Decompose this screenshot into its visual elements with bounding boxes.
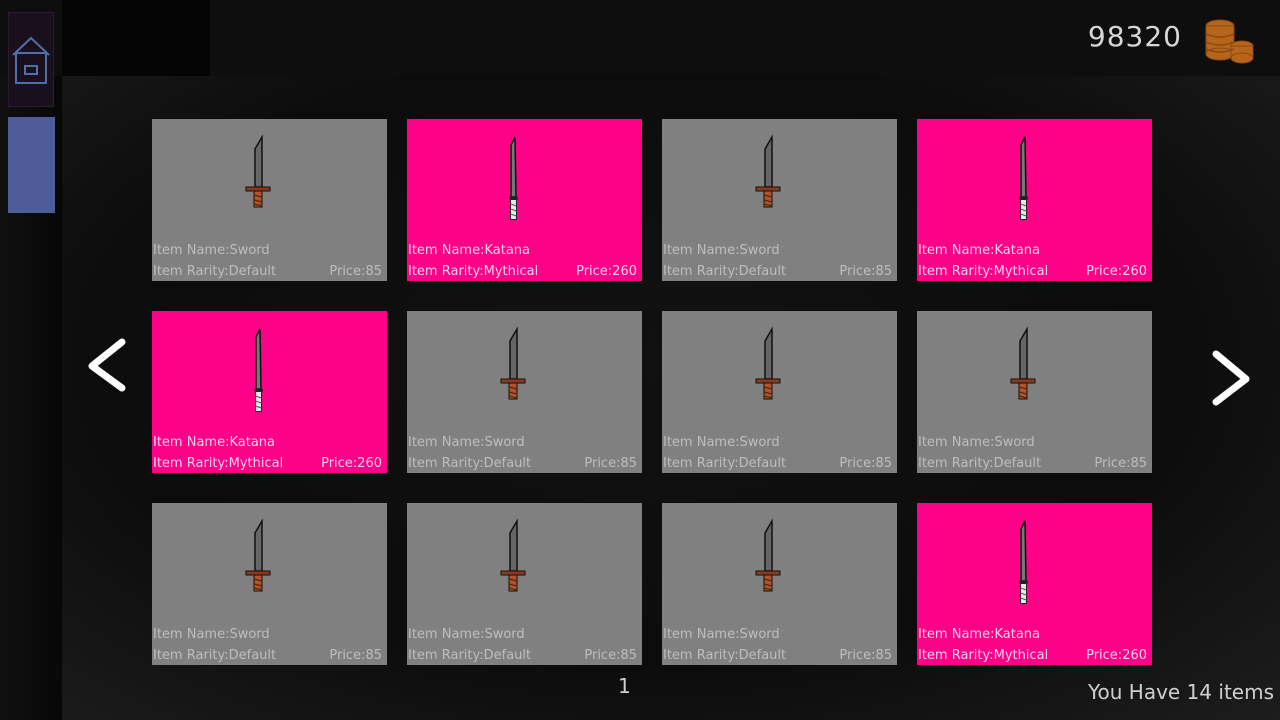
item-price: Price:85 (584, 456, 637, 471)
item-rarity: Item Rarity:Default (153, 264, 277, 279)
item-card-sword[interactable]: Item Name:Sword Item Rarity:Default Price:… (407, 503, 642, 665)
item-rarity: Item Rarity:Default (408, 648, 532, 663)
item-rarity: Item Rarity:Mythical (918, 648, 1049, 663)
katana-icon (254, 328, 263, 412)
inventory-screen: 98320 Item Name:Sword Item Rarity:Default… (0, 0, 1280, 720)
item-rarity: Item Rarity:Default (663, 456, 787, 471)
item-name: Item Name:Sword (663, 435, 780, 450)
katana-icon (509, 136, 518, 220)
sword-icon (245, 135, 271, 208)
item-card-sword[interactable]: Item Name:Sword Item Rarity:Default Price:… (917, 311, 1152, 473)
item-name: Item Name:Sword (408, 627, 525, 642)
item-price: Price:260 (576, 264, 637, 279)
sword-icon (500, 519, 526, 592)
item-rarity: Item Rarity:Default (663, 648, 787, 663)
sword-icon (500, 327, 526, 400)
item-name: Item Name:Sword (918, 435, 1035, 450)
chevron-right-icon[interactable] (1208, 348, 1254, 410)
item-card-sword[interactable]: Item Name:Sword Item Rarity:Default Price:… (152, 119, 387, 281)
item-card-katana[interactable]: Item Name:Katana Item Rarity:Mythical Pric… (407, 119, 642, 281)
item-card-sword[interactable]: Item Name:Sword Item Rarity:Default Price:… (662, 311, 897, 473)
home-icon (12, 36, 50, 84)
page-number: 1 (618, 674, 631, 698)
item-name: Item Name:Katana (918, 627, 1040, 642)
home-button[interactable] (8, 12, 54, 107)
item-rarity: Item Rarity:Default (918, 456, 1042, 471)
item-rarity: Item Rarity:Mythical (918, 264, 1049, 279)
coin-balance: 98320 (1087, 20, 1182, 53)
item-name: Item Name:Katana (153, 435, 275, 450)
item-price: Price:85 (1094, 456, 1147, 471)
item-name: Item Name:Sword (153, 627, 270, 642)
item-rarity: Item Rarity:Default (153, 648, 277, 663)
item-price: Price:85 (329, 264, 382, 279)
item-rarity: Item Rarity:Default (408, 456, 532, 471)
item-name: Item Name:Sword (153, 243, 270, 258)
item-price: Price:85 (839, 264, 892, 279)
item-name: Item Name:Katana (918, 243, 1040, 258)
items-count: You Have 14 items (1087, 680, 1274, 704)
katana-icon (1019, 136, 1028, 220)
item-card-sword[interactable]: Item Name:Sword Item Rarity:Default Price:… (152, 503, 387, 665)
item-price: Price:260 (321, 456, 382, 471)
item-price: Price:85 (584, 648, 637, 663)
item-name: Item Name:Sword (408, 435, 525, 450)
item-name: Item Name:Sword (663, 627, 780, 642)
item-rarity: Item Rarity:Mythical (153, 456, 284, 471)
item-card-katana[interactable]: Item Name:Katana Item Rarity:Mythical Pric… (152, 311, 387, 473)
item-card-katana[interactable]: Item Name:Katana Item Rarity:Mythical Pric… (917, 119, 1152, 281)
item-card-sword[interactable]: Item Name:Sword Item Rarity:Default Price:… (662, 119, 897, 281)
sword-icon (1010, 327, 1036, 400)
item-rarity: Item Rarity:Default (663, 264, 787, 279)
item-price: Price:260 (1086, 264, 1147, 279)
sword-icon (755, 135, 781, 208)
item-price: Price:85 (839, 648, 892, 663)
coin-stack-icon (1205, 19, 1254, 64)
item-card-sword[interactable]: Item Name:Sword Item Rarity:Default Price:… (662, 503, 897, 665)
sword-icon (755, 327, 781, 400)
side-tab[interactable] (8, 117, 55, 213)
sword-icon (245, 519, 271, 592)
item-name: Item Name:Sword (663, 243, 780, 258)
item-price: Price:260 (1086, 648, 1147, 663)
item-rarity: Item Rarity:Mythical (408, 264, 539, 279)
item-price: Price:85 (329, 648, 382, 663)
item-card-sword[interactable]: Item Name:Sword Item Rarity:Default Price:… (407, 311, 642, 473)
left-panel (0, 0, 62, 720)
sword-icon (755, 519, 781, 592)
item-price: Price:85 (839, 456, 892, 471)
top-bar-left-block (62, 0, 210, 76)
item-name: Item Name:Katana (408, 243, 530, 258)
katana-icon (1019, 520, 1028, 604)
item-grid: Item Name:Sword Item Rarity:Default Price:… (152, 119, 1152, 665)
chevron-left-icon[interactable] (84, 336, 130, 396)
item-card-katana[interactable]: Item Name:Katana Item Rarity:Mythical Pric… (917, 503, 1152, 665)
